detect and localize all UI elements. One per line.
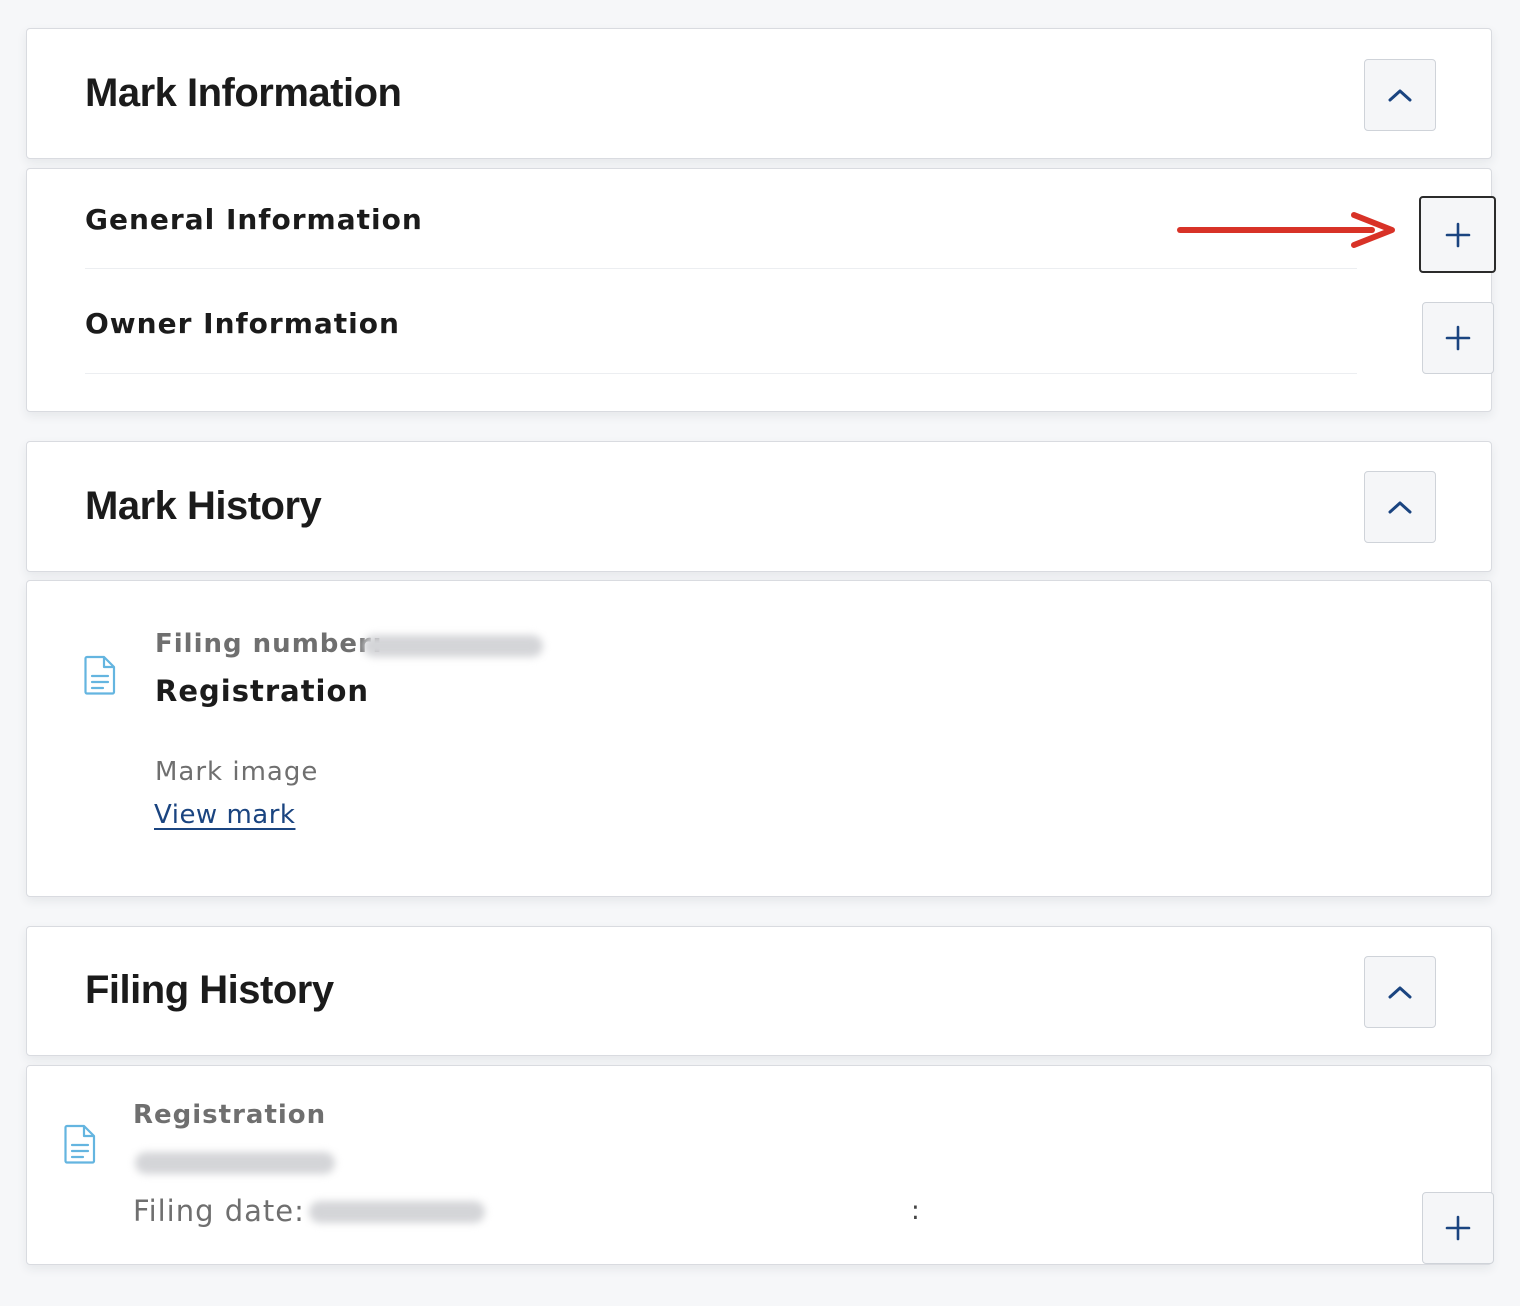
general-information-expand-button[interactable] — [1419, 196, 1496, 273]
filing-number-label: Filing number: — [155, 629, 384, 659]
plus-icon — [1445, 325, 1471, 351]
filing-history-entry-expand-button[interactable] — [1422, 1192, 1494, 1264]
view-mark-link[interactable]: View mark — [154, 800, 295, 830]
filing-history-header-card: Filing History — [26, 926, 1492, 1056]
filing-date-value-redacted — [309, 1201, 485, 1223]
row-divider — [85, 268, 1357, 269]
owner-information-label: Owner Information — [85, 307, 400, 340]
document-icon — [84, 655, 116, 695]
chevron-up-icon — [1388, 501, 1412, 514]
filing-date-label: Filing date: — [133, 1194, 305, 1228]
mark-information-body-card: General Information Owner Information — [26, 168, 1496, 412]
mark-image-label: Mark image — [155, 757, 319, 787]
mark-information-header-card: Mark Information — [26, 28, 1492, 159]
owner-information-expand-button[interactable] — [1422, 302, 1494, 374]
filing-number-value-redacted — [135, 1152, 335, 1174]
chevron-up-icon — [1388, 986, 1412, 999]
mark-information-title: Mark Information — [85, 71, 402, 115]
filing-history-entry-type: Registration — [133, 1100, 327, 1130]
separator-colon: : — [911, 1196, 921, 1226]
filing-history-collapse-button[interactable] — [1364, 956, 1436, 1028]
red-arrow-annotation — [1177, 212, 1395, 248]
mark-history-collapse-button[interactable] — [1364, 471, 1436, 543]
mark-history-entry-type: Registration — [155, 674, 370, 708]
mark-history-body-card: Filing number: Registration Mark image V… — [26, 580, 1492, 897]
document-icon — [64, 1124, 96, 1164]
mark-history-header-card: Mark History — [26, 441, 1492, 572]
filing-history-title: Filing History — [85, 968, 334, 1012]
plus-icon — [1445, 1215, 1471, 1241]
plus-icon — [1445, 222, 1470, 247]
general-information-label: General Information — [85, 203, 423, 236]
chevron-up-icon — [1388, 89, 1412, 102]
filing-number-value-redacted — [363, 635, 543, 657]
mark-information-collapse-button[interactable] — [1364, 59, 1436, 131]
mark-history-title: Mark History — [85, 484, 322, 528]
row-divider — [85, 373, 1357, 374]
filing-history-body-card: Registration Filing date: : — [26, 1065, 1494, 1265]
